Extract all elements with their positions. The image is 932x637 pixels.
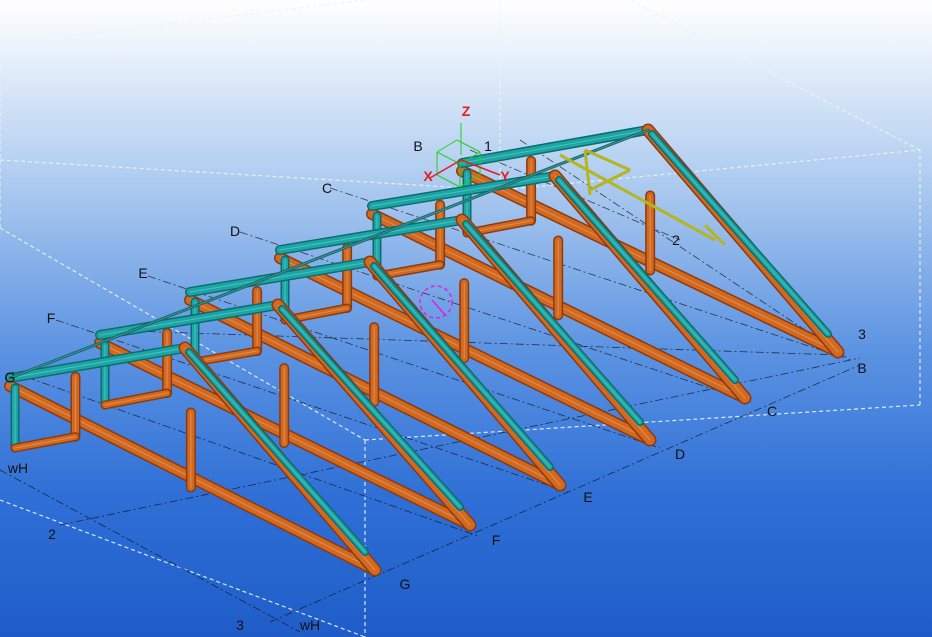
grid-label-bottom-3: 3 — [236, 617, 244, 633]
grid-label-right-c: C — [766, 403, 778, 419]
bracing-member — [584, 148, 631, 172]
truss-model-scene[interactable] — [0, 0, 932, 637]
grid-label-right-2: 2 — [672, 232, 680, 248]
axis-x-label: X — [423, 168, 433, 184]
grid-label-right-b: B — [857, 360, 867, 376]
grid-label-top-g: G — [4, 369, 16, 385]
work-area-edge — [629, 0, 921, 151]
grid-label-top-b: B — [413, 138, 423, 154]
work-area-edge — [0, 0, 366, 45]
rotation-center-tick — [431, 299, 447, 317]
gizmo-edge — [436, 174, 461, 188]
gizmo-edge — [456, 139, 481, 153]
rotation-center-circle — [419, 285, 453, 319]
grid-label-left-wh: wH — [7, 460, 29, 476]
axis-z-label: Z — [461, 103, 471, 119]
gizmo-edge — [436, 139, 458, 153]
rotation-center-icon — [419, 285, 453, 319]
axis-y-label: Y — [500, 168, 510, 184]
grid-label-left-2: 2 — [48, 526, 56, 542]
grid-label-bottom-wh: wH — [299, 617, 321, 633]
truss-frame — [4, 341, 382, 577]
ridge-member — [9, 129, 649, 379]
bracing-member — [589, 168, 631, 192]
grid-label-right-d: D — [674, 446, 686, 462]
grid-label-top-1: 1 — [484, 138, 492, 154]
grid-label-right-e: E — [583, 489, 593, 505]
grid-label-top-c: C — [321, 180, 333, 196]
truss-group[interactable] — [4, 123, 845, 577]
model-3d-viewport[interactable]: Z X Y B 1 C D E F G wH 2 3 wH 2 3 B C D … — [0, 0, 932, 637]
grid-label-top-f: F — [46, 310, 56, 326]
grid-label-top-e: E — [138, 265, 148, 281]
grid-label-right-g: G — [399, 576, 411, 592]
grid-line — [0, 469, 301, 633]
grid-label-top-d: D — [229, 223, 241, 239]
grid-label-right-3: 3 — [858, 326, 866, 342]
grid-label-right-f: F — [491, 532, 501, 548]
truss-frame — [366, 169, 752, 405]
